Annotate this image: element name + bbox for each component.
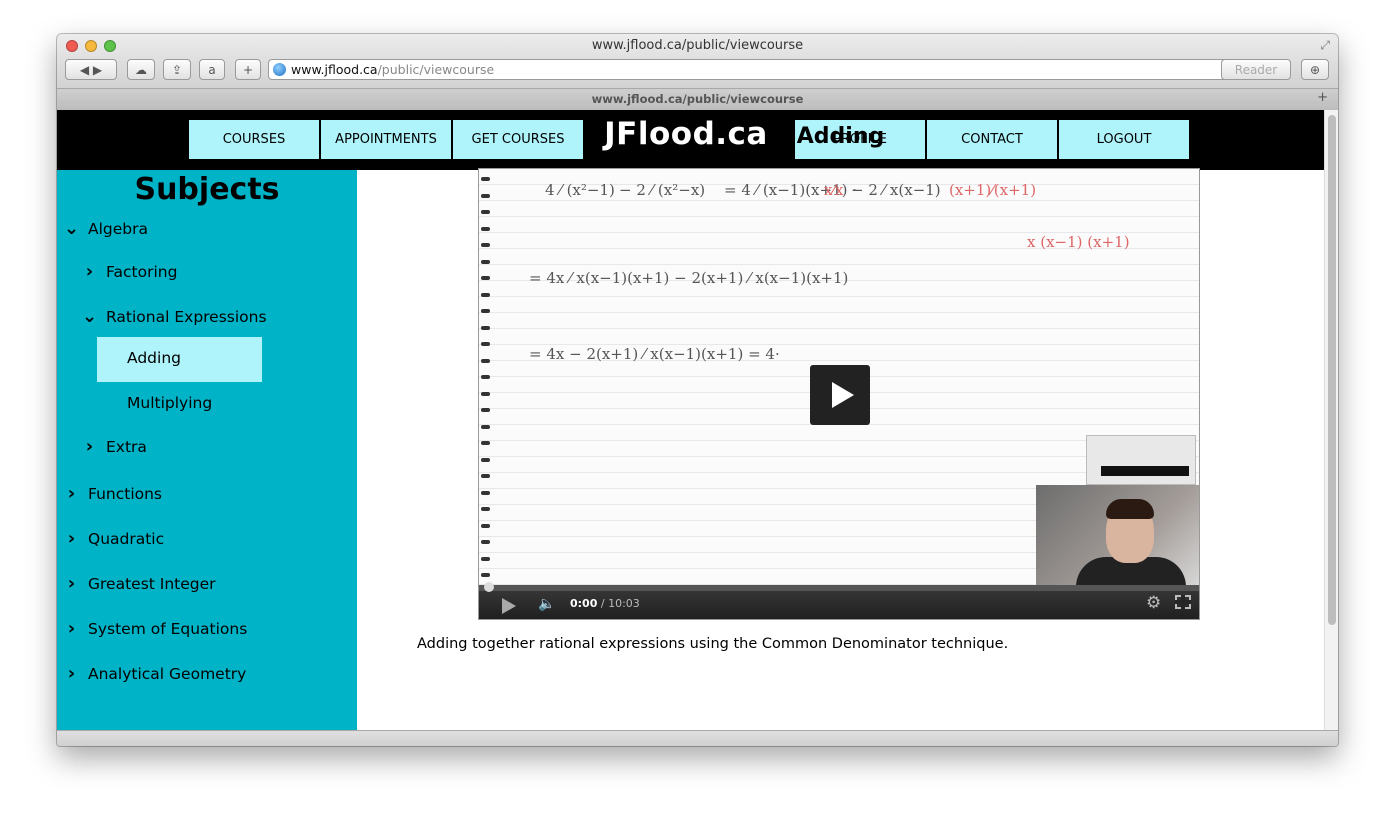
video-description: Adding together rational expressions usi… [417, 636, 1009, 652]
chevron-right-icon: › [67, 483, 76, 504]
webcam-overlay [1036, 485, 1199, 597]
sidebar-item-system-of-equations[interactable]: › System of Equations [63, 618, 248, 639]
binding-hole [481, 226, 490, 231]
tab-title[interactable]: www.jflood.ca/public/viewcourse [57, 92, 1338, 106]
binding-hole [481, 507, 490, 511]
tab-bar: www.jflood.ca/public/viewcourse + [57, 89, 1338, 111]
window-title: www.jflood.ca/public/viewcourse [591, 38, 804, 53]
sidebar-item-factoring[interactable]: › Factoring [81, 261, 178, 282]
binding-hole [481, 540, 490, 544]
sidebar-item-adding[interactable]: Adding [127, 349, 181, 367]
binding-hole [481, 457, 490, 462]
sidebar-item-analytical-geometry[interactable]: › Analytical Geometry [63, 663, 247, 684]
notebook-binding [479, 169, 491, 619]
globe-icon [273, 63, 286, 76]
video-player[interactable]: 4 ⁄ (x²−1) − 2 ⁄ (x²−x) = 4 ⁄ (x−1)(x+1)… [478, 168, 1200, 620]
amazon-icon[interactable]: a [199, 59, 225, 80]
chevron-down-icon: ⌄ [81, 306, 98, 327]
sidebar-item-functions[interactable]: › Functions [63, 483, 162, 504]
status-bar [57, 730, 1338, 746]
nav-courses[interactable]: COURSES [189, 120, 319, 159]
volume-icon[interactable]: 🔈 [538, 596, 555, 612]
video-handwriting: = 4x − 2(x+1) ⁄ x(x−1)(x+1) = 4· [529, 345, 780, 363]
video-controls: 🔈 0:00 / 10:03 ⚙ [479, 582, 1199, 619]
sidebar-item-multiplying[interactable]: Multiplying [127, 394, 212, 412]
binding-hole [481, 391, 490, 396]
screen-recorder-palette [1086, 435, 1196, 485]
binding-hole [481, 375, 490, 379]
binding-hole [481, 259, 490, 264]
sidebar-item-quadratic[interactable]: › Quadratic [63, 528, 164, 549]
sidebar-title: Subjects [134, 172, 280, 207]
play-icon [831, 382, 854, 408]
chevron-down-icon: ⌄ [63, 218, 80, 239]
add-bookmark-button[interactable]: + [235, 59, 261, 80]
binding-hole [481, 177, 490, 181]
sidebar-item-greatest-integer[interactable]: › Greatest Integer [63, 573, 216, 594]
chevron-right-icon: › [85, 261, 94, 282]
binding-hole [481, 573, 490, 577]
binding-hole [481, 358, 490, 363]
share-icon[interactable]: ⇪ [163, 59, 191, 80]
binding-hole [481, 474, 490, 478]
fullscreen-icon[interactable]: ⤢ [1320, 38, 1330, 53]
sidebar-item-algebra[interactable]: ⌄ Algebra [63, 218, 148, 239]
chevron-right-icon: › [85, 436, 94, 457]
subjects-sidebar: Subjects ⌄ Algebra › Factoring ⌄ Rational E… [57, 170, 357, 730]
fullscreen-icon[interactable] [1175, 595, 1191, 609]
reader-button[interactable]: Reader [1221, 59, 1291, 80]
video-handwriting: (x+1)⁄(x+1) [949, 181, 1037, 199]
video-handwriting: x (x−1) (x+1) [1027, 233, 1130, 251]
binding-hole [481, 408, 490, 412]
page-viewport: COURSES APPOINTMENTS GET COURSES JFlood.… [57, 110, 1324, 730]
video-handwriting: − 2 ⁄ (x²−x) [619, 181, 706, 199]
page-title: Adding [796, 124, 885, 149]
binding-hole [481, 276, 490, 280]
sidebar-item-rational-expressions[interactable]: ⌄ Rational Expressions [81, 306, 267, 327]
binding-hole [481, 210, 490, 214]
binding-hole [481, 325, 490, 330]
chevron-right-icon: › [67, 618, 76, 639]
binding-hole [481, 441, 490, 445]
browser-window: www.jflood.ca/public/viewcourse ⤢ ◀ ▶ ☁ … [57, 34, 1338, 746]
binding-hole [481, 193, 490, 198]
play-icon[interactable] [502, 598, 516, 614]
binding-hole [481, 292, 490, 297]
video-handwriting: = 4x ⁄ x(x−1)(x+1) − 2(x+1) ⁄ x(x−1)(x+1… [529, 269, 849, 287]
binding-hole [481, 342, 490, 346]
palette-search [1101, 466, 1189, 476]
binding-hole [481, 523, 490, 528]
back-forward-buttons[interactable]: ◀ ▶ [65, 59, 117, 80]
address-bar[interactable]: www.jflood.ca/public/viewcourse ↻ [268, 59, 1288, 80]
settings-gear-icon[interactable]: ⚙ [1146, 593, 1161, 613]
time-display: 0:00 / 10:03 [570, 597, 640, 610]
progress-handle[interactable] [484, 582, 494, 592]
sidebar-item-extra[interactable]: › Extra [81, 436, 147, 457]
video-handwriting: x⁄x [824, 181, 844, 199]
url-text[interactable]: www.jflood.ca/public/viewcourse [291, 62, 494, 77]
new-tab-icon[interactable]: + [1317, 90, 1328, 105]
icloud-icon[interactable]: ☁ [127, 59, 155, 80]
chevron-right-icon: › [67, 528, 76, 549]
scrollbar-thumb[interactable] [1328, 115, 1336, 625]
binding-hole [481, 243, 490, 247]
binding-hole [481, 490, 490, 495]
chevron-right-icon: › [67, 573, 76, 594]
progress-bar[interactable] [479, 582, 1199, 592]
vertical-scrollbar[interactable] [1324, 110, 1338, 730]
video-handwriting: 4 ⁄ (x²−1) [545, 181, 615, 199]
binding-hole [481, 309, 490, 313]
downloads-icon[interactable]: ⊕ [1301, 59, 1329, 80]
chevron-right-icon: › [67, 663, 76, 684]
binding-hole [481, 556, 490, 561]
video-handwriting: − 2 ⁄ x(x−1) [851, 181, 941, 199]
play-button[interactable] [810, 365, 870, 425]
binding-hole [481, 424, 490, 429]
browser-titlebar: www.jflood.ca/public/viewcourse ⤢ ◀ ▶ ☁ … [57, 34, 1338, 89]
